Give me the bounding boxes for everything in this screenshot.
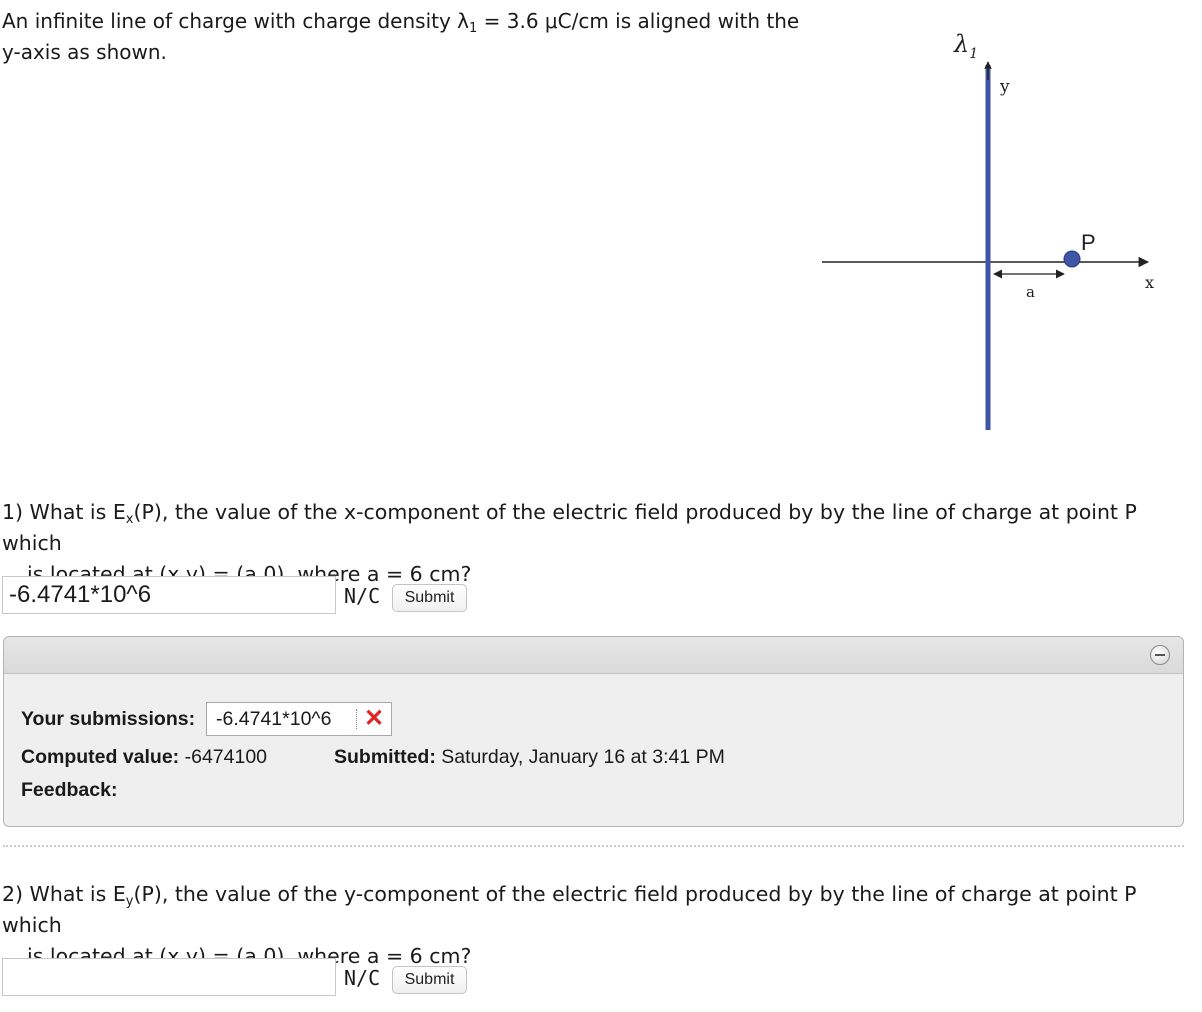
lambda-label: λ1 (953, 30, 978, 62)
p-label: P (1081, 230, 1096, 255)
computed-value: Computed value: -6474100 (21, 746, 268, 768)
intro-text-line2: y-axis as shown. (2, 40, 167, 64)
charge-line-diagram: λ1 y P x a (822, 30, 1154, 430)
x-axis-label: x (1145, 273, 1154, 292)
submitted-timestamp: Submitted: Saturday, January 16 at 3:41 … (334, 746, 725, 768)
your-submissions-label: Your submissions: (21, 708, 196, 730)
answer-1-input[interactable] (2, 576, 336, 614)
submit-2-button[interactable]: Submit (392, 966, 467, 994)
y-axis-label: y (999, 77, 1010, 97)
page: An infinite line of charge with charge d… (0, 0, 1202, 1012)
submission-entry[interactable]: -6.4741*10^6 ✕ (206, 702, 392, 736)
intro-text-start: An infinite line of charge with charge d… (2, 9, 469, 33)
answer-2-unit: N/C (344, 966, 381, 990)
submit-1-button[interactable]: Submit (392, 584, 467, 612)
problem-statement: An infinite line of charge with charge d… (2, 6, 822, 68)
submission-separator (356, 709, 357, 729)
submission-value: -6.4741*10^6 (216, 708, 332, 730)
submission-history-panel: Your submissions: -6.4741*10^6 ✕ Compute… (3, 636, 1184, 827)
collapse-icon[interactable] (1150, 645, 1170, 665)
answer-1-unit: N/C (344, 584, 381, 608)
answer-2-input[interactable] (2, 958, 336, 996)
feedback-label: Feedback: (21, 779, 118, 801)
incorrect-icon: ✕ (364, 705, 385, 732)
question-divider (3, 845, 1184, 847)
point-p (1063, 250, 1081, 268)
panel-header (4, 637, 1183, 674)
intro-text-end: = 3.6 μC/cm is aligned with the (477, 9, 800, 33)
a-label: a (1026, 283, 1035, 301)
